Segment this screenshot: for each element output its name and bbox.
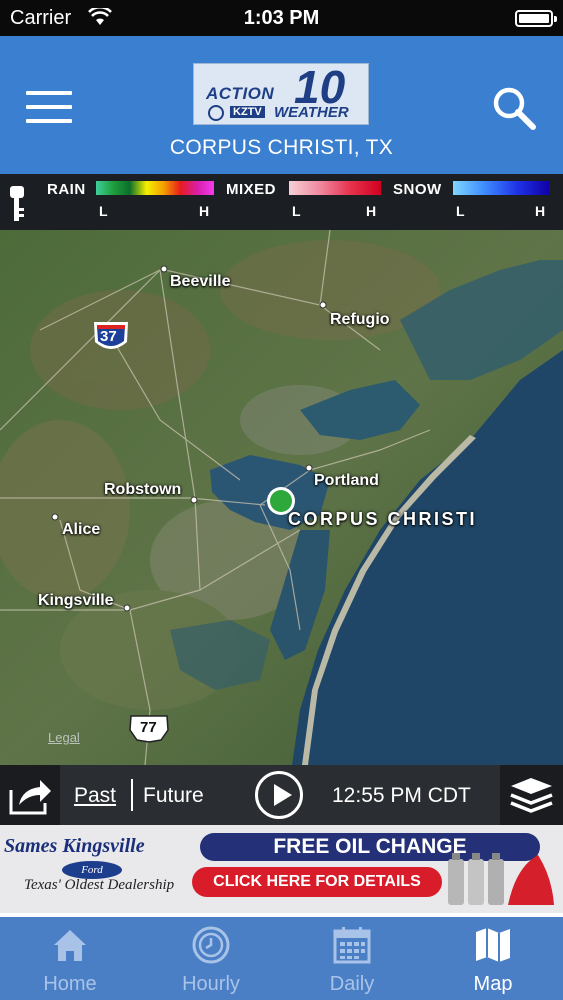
rain-low: L [99, 203, 108, 219]
logo-weather: WEATHER [274, 104, 349, 121]
app-header: ACTION 10 KZTV WEATHER CORPUS CHRISTI, T… [0, 36, 563, 174]
radar-timestamp: 12:55 PM CDT [332, 784, 471, 807]
mixed-label: MIXED [226, 181, 277, 198]
snow-high: H [535, 203, 546, 219]
city-label-robstown: Robstown [104, 481, 182, 498]
us-route-label: 77 [140, 719, 157, 736]
city-label-refugio: Refugio [330, 311, 390, 328]
ad-dealer-name: Sames Kingsville [4, 835, 145, 857]
city-label-alice: Alice [62, 521, 101, 538]
station-logo: ACTION 10 KZTV WEATHER [193, 61, 369, 125]
tab-hourly-label: Hourly [182, 973, 240, 995]
tab-bar: Home Hourly Daily Map [0, 917, 563, 1000]
map-icon [476, 928, 510, 962]
ad-tagline: Texas' Oldest Dealership [24, 877, 175, 893]
mixed-gradient [289, 181, 381, 195]
past-button[interactable]: Past [74, 784, 116, 808]
city-label-beeville: Beeville [170, 273, 231, 290]
layers-button[interactable] [500, 765, 563, 825]
key-icon[interactable] [6, 184, 28, 224]
logo-action-text: ACTION [206, 84, 275, 103]
hamburger-icon [26, 91, 72, 95]
home-icon [54, 930, 86, 961]
ad-cta-button[interactable]: CLICK HERE FOR DETAILS [192, 867, 442, 897]
cbs-eye-icon [208, 105, 224, 121]
status-time: 1:03 PM [243, 7, 320, 29]
city-label-corpus-christi: CORPUS CHRISTI [288, 509, 478, 529]
rain-gradient [96, 181, 214, 195]
city-label-kingsville: Kingsville [38, 592, 114, 609]
logo-station: KZTV [230, 106, 265, 118]
snow-label: SNOW [393, 181, 442, 198]
tab-home-label: Home [43, 973, 97, 995]
play-icon [274, 784, 292, 806]
tab-daily[interactable]: Daily [282, 917, 422, 1000]
play-button[interactable] [255, 771, 303, 819]
mixed-low: L [292, 203, 301, 219]
tab-map-label: Map [473, 973, 513, 995]
share-icon [9, 780, 51, 815]
ad-banner[interactable]: Sames Kingsville Ford Texas' Oldest Deal… [0, 825, 563, 913]
share-button[interactable] [0, 765, 60, 825]
tab-daily-label: Daily [329, 973, 375, 995]
satellite-map-image [0, 230, 563, 765]
location-title: CORPUS CHRISTI, TX [169, 136, 394, 159]
snow-low: L [456, 203, 465, 219]
tab-map[interactable]: Map [423, 917, 563, 1000]
mixed-high: H [366, 203, 377, 219]
layers-icon [510, 778, 553, 813]
playback-controls: Past Future 12:55 PM CDT [0, 765, 563, 825]
interstate-label: 37 [100, 328, 117, 345]
rain-high: H [199, 203, 210, 219]
status-bar: Carrier 1:03 PM [0, 0, 563, 36]
tab-home[interactable]: Home [0, 917, 140, 1000]
city-label-portland: Portland [314, 472, 379, 489]
oil-bottles-icon [448, 853, 554, 905]
rain-label: RAIN [47, 181, 86, 198]
legal-link[interactable]: Legal [48, 730, 80, 745]
menu-button[interactable] [26, 91, 72, 125]
battery-icon [515, 10, 557, 27]
search-icon[interactable] [490, 84, 538, 132]
clock-icon [192, 926, 230, 964]
future-button[interactable]: Future [143, 784, 204, 808]
radar-legend: RAIN L H MIXED L H SNOW L H [0, 174, 563, 230]
snow-gradient [453, 181, 549, 195]
calendar-icon [333, 927, 371, 964]
radar-map[interactable]: Beeville Refugio Robstown Portland Alice… [0, 230, 563, 765]
past-future-divider [131, 779, 133, 811]
tab-hourly[interactable]: Hourly [141, 917, 281, 1000]
